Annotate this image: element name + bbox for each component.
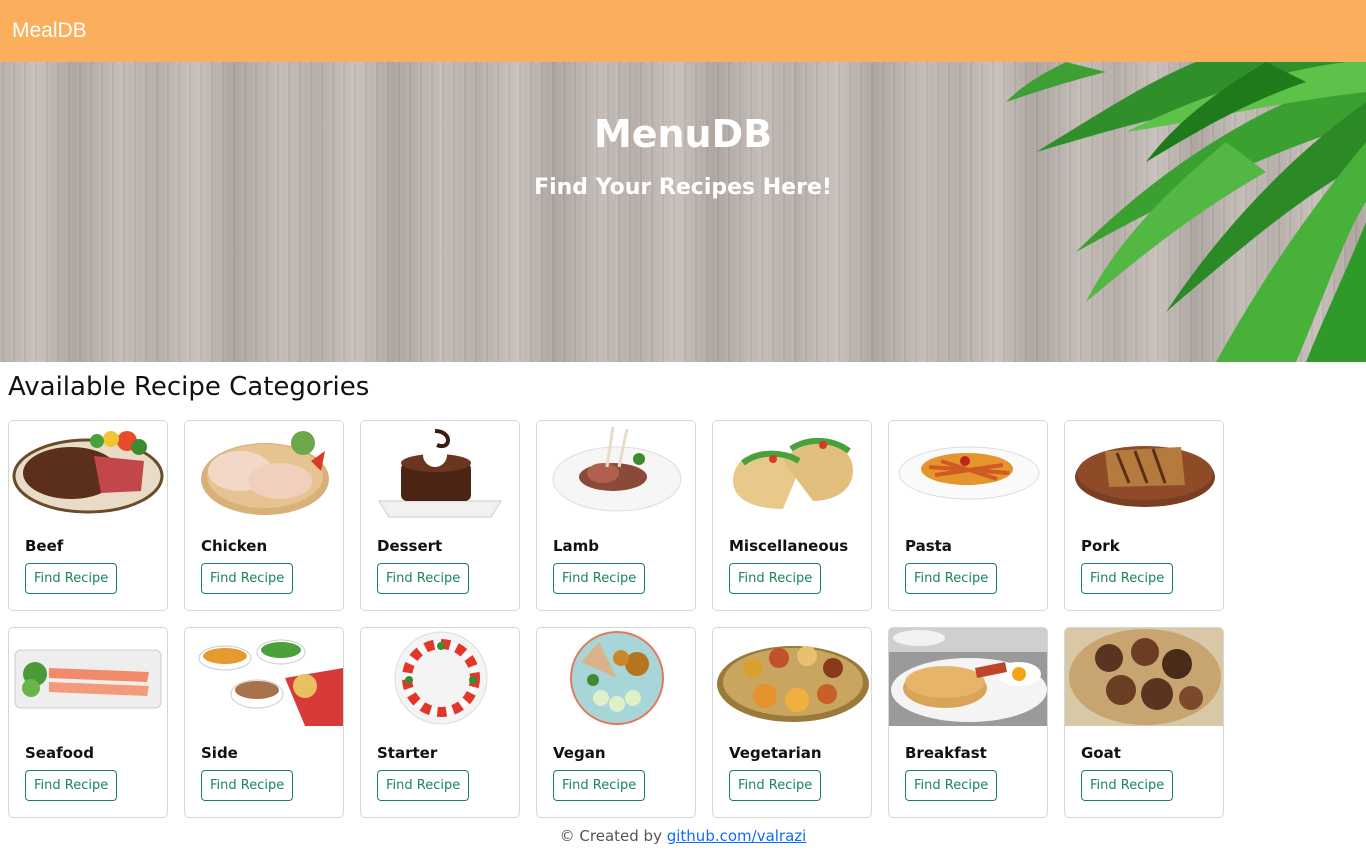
find-recipe-button[interactable]: Find Recipe — [377, 563, 470, 594]
lamb-chops-image — [552, 426, 682, 512]
find-recipe-button[interactable]: Find Recipe — [201, 563, 294, 594]
category-name: Starter — [377, 744, 438, 762]
beef-steak-image — [12, 431, 164, 514]
category-name: Vegetarian — [729, 744, 822, 762]
category-card-breakfast: Breakfast Find Recipe — [888, 627, 1048, 818]
pancakes-eggs-image — [889, 628, 1047, 726]
category-card-dessert: Dessert Find Recipe — [360, 420, 520, 611]
find-recipe-button[interactable]: Find Recipe — [1081, 563, 1174, 594]
category-name: Beef — [25, 537, 64, 555]
category-card-seafood: Seafood Find Recipe — [8, 627, 168, 818]
category-name: Dessert — [377, 537, 443, 555]
find-recipe-button[interactable]: Find Recipe — [729, 563, 822, 594]
caprese-salad-image — [394, 631, 488, 725]
chocolate-cake-image — [378, 429, 502, 518]
section-title: Available Recipe Categories — [8, 372, 370, 402]
category-name: Side — [201, 744, 238, 762]
category-card-side: Side Find Recipe — [184, 627, 344, 818]
category-name: Goat — [1081, 744, 1121, 762]
category-card-vegetarian: Vegetarian Find Recipe — [712, 627, 872, 818]
find-recipe-button[interactable]: Find Recipe — [201, 770, 294, 801]
category-card-goat: Goat Find Recipe — [1064, 627, 1224, 818]
navbar: MealDB — [0, 0, 1366, 62]
find-recipe-button[interactable]: Find Recipe — [25, 770, 118, 801]
category-card-pork: Pork Find Recipe — [1064, 420, 1224, 611]
footer-prefix: © Created by — [559, 827, 667, 845]
hero-banner: MenuDB Find Your Recipes Here! — [0, 62, 1366, 362]
category-name: Breakfast — [905, 744, 987, 762]
category-name: Chicken — [201, 537, 268, 555]
pork-steak-image — [1075, 446, 1215, 507]
hero-title: MenuDB — [593, 112, 773, 156]
category-card-vegan: Vegan Find Recipe — [536, 627, 696, 818]
category-card-lamb: Lamb Find Recipe — [536, 420, 696, 611]
chicken-legs-image — [201, 431, 329, 515]
find-recipe-button[interactable]: Find Recipe — [729, 770, 822, 801]
category-card-miscellaneous: Miscellaneous Find Recipe — [712, 420, 872, 611]
category-name: Seafood — [25, 744, 94, 762]
footer-github-link[interactable]: github.com/valrazi — [667, 827, 807, 845]
find-recipe-button[interactable]: Find Recipe — [905, 563, 998, 594]
category-name: Pasta — [905, 537, 952, 555]
category-name: Lamb — [553, 537, 600, 555]
find-recipe-button[interactable]: Find Recipe — [553, 563, 646, 594]
category-card-beef: Beef Find Recipe — [8, 420, 168, 611]
thali-platter-image — [717, 646, 869, 722]
category-name: Pork — [1081, 537, 1120, 555]
hero-subtitle: Find Your Recipes Here! — [534, 175, 832, 200]
footer: © Created by github.com/valrazi — [0, 827, 1366, 845]
find-recipe-button[interactable]: Find Recipe — [1081, 770, 1174, 801]
side-dishes-image — [198, 639, 343, 726]
goat-curry-image — [1065, 628, 1223, 726]
find-recipe-button[interactable]: Find Recipe — [25, 563, 118, 594]
find-recipe-button[interactable]: Find Recipe — [553, 770, 646, 801]
find-recipe-button[interactable]: Find Recipe — [905, 770, 998, 801]
navbar-brand[interactable]: MealDB — [12, 19, 87, 43]
category-name: Vegan — [553, 744, 606, 762]
category-card-pasta: Pasta Find Recipe — [888, 420, 1048, 611]
category-card-chicken: Chicken Find Recipe — [184, 420, 344, 611]
pasta-plate-image — [898, 446, 1040, 500]
salmon-platter-image — [14, 649, 162, 709]
category-name: Miscellaneous — [729, 537, 849, 555]
find-recipe-button[interactable]: Find Recipe — [377, 770, 470, 801]
tacos-image — [733, 437, 853, 509]
vegan-bowl-image — [570, 631, 664, 725]
category-grid: Beef Find Recipe Chicken Find Recipe Des… — [8, 420, 1228, 818]
leaves-decoration-image — [1006, 62, 1366, 362]
category-card-starter: Starter Find Recipe — [360, 627, 520, 818]
